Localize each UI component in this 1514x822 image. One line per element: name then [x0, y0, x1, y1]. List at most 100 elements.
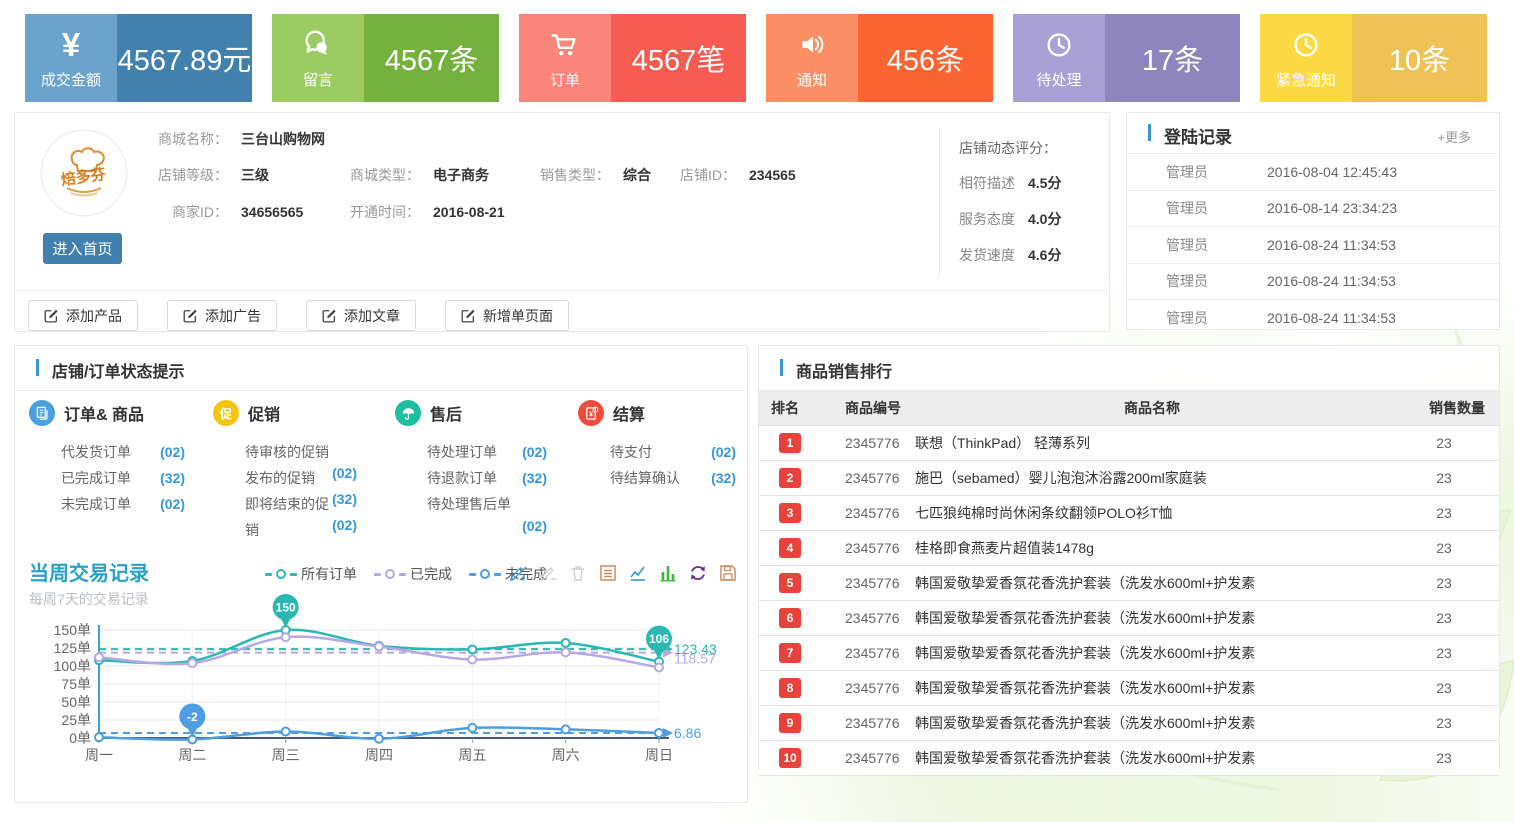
- enter-home-button[interactable]: 进入首页: [43, 233, 122, 264]
- product-sku: 2345776: [815, 645, 915, 661]
- svg-text:25单: 25单: [61, 712, 91, 728]
- status-item[interactable]: 即将结束的促销 (02): [245, 491, 357, 543]
- status-list-promotions: 待审核的促销 (02) 发布的促销 (32) 即将结束的促销 (02): [245, 439, 357, 543]
- login-log-panel: 登陆记录 +更多 管理员 2016-08-04 12:45:43 管理员 201…: [1126, 112, 1500, 330]
- quick-action-label: 添加产品: [66, 306, 122, 326]
- sales-table-row: 2 2345776 施巴（sebamed）婴儿泡泡沐浴露200ml家庭装 23: [759, 461, 1499, 496]
- status-item-label: 即将结束的促销: [245, 491, 342, 543]
- product-sku: 2345776: [815, 435, 915, 451]
- field-shop-type: 商城类型：电子商务: [345, 165, 489, 185]
- sales-table-row: 9 2345776 韩国爱敬挚爱香氛花香洗护套装（洗发水600ml+护发素 23: [759, 706, 1499, 741]
- status-item-count: (32): [711, 465, 736, 491]
- field-shop-name: 商城名称：三台山购物网: [153, 129, 325, 149]
- product-sku: 2345776: [815, 470, 915, 486]
- login-log-row: 管理员 2016-08-24 11:34:53: [1127, 227, 1499, 264]
- product-name: 施巴（sebamed）婴儿泡泡沐浴露200ml家庭装: [915, 468, 1389, 488]
- login-log-row: 管理员 2016-08-24 11:34:53: [1127, 300, 1499, 336]
- rank-badge: 2: [779, 468, 801, 488]
- svg-text:周五: 周五: [458, 747, 486, 763]
- stat-label: 通知: [797, 69, 827, 90]
- stat-card-notices: 通知 456条: [766, 14, 993, 102]
- status-group-title: 促销: [248, 401, 280, 425]
- status-item[interactable]: 待审核的促销 (02): [245, 439, 357, 465]
- rating-title: 店铺动态评分：: [959, 138, 1105, 158]
- field-sale-type: 销售类型：综合: [535, 165, 651, 185]
- svg-text:50单: 50单: [61, 694, 91, 710]
- svg-text:周三: 周三: [272, 747, 300, 763]
- title-accent-bar: [780, 359, 783, 376]
- status-panel-header: 店铺/订单状态提示: [15, 346, 747, 391]
- status-list-aftersale: 待处理订单 (02) 待退款订单 (32) 待处理售后单 (02): [427, 439, 547, 517]
- sales-rank-panel: 商品销售排行 排名 商品编号 商品名称 销售数量 1 2345776 联想（Th…: [758, 345, 1500, 769]
- status-item[interactable]: 未完成订单 (02): [61, 491, 185, 517]
- product-name: 韩国爱敬挚爱香氛花香洗护套装（洗发水600ml+护发素: [915, 678, 1389, 698]
- login-time: 2016-08-24 11:34:53: [1267, 237, 1396, 253]
- svg-text:125单: 125单: [54, 640, 91, 656]
- svg-text:¥: ¥: [589, 411, 593, 418]
- login-log-row: 管理员 2016-08-04 12:45:43: [1127, 154, 1499, 191]
- product-name: 韩国爱敬挚爱香氛花香洗护套装（洗发水600ml+护发素: [915, 748, 1389, 768]
- field-shop-level: 店铺等级：三级: [153, 165, 269, 185]
- status-item-label: 已完成订单: [61, 465, 131, 491]
- more-link[interactable]: +更多: [1437, 127, 1471, 146]
- svg-text:0单: 0单: [69, 730, 91, 746]
- status-item[interactable]: 待处理售后单 (02): [427, 491, 547, 517]
- login-time: 2016-08-04 12:45:43: [1267, 164, 1397, 180]
- settlement-icon: ¥: [578, 400, 604, 426]
- product-qty: 23: [1389, 435, 1499, 451]
- login-user: 管理员: [1127, 162, 1267, 182]
- quick-action-button[interactable]: 添加广告: [167, 300, 277, 331]
- rank-badge: 3: [779, 503, 801, 523]
- quick-action-button[interactable]: 添加文章: [306, 300, 416, 331]
- login-log-header: 登陆记录 +更多: [1127, 113, 1499, 154]
- yuan-icon: ¥: [62, 27, 80, 63]
- field-open-date: 开通时间：2016-08-21: [345, 202, 505, 222]
- svg-text:周二: 周二: [178, 747, 206, 763]
- status-group-aftersale: 售后: [395, 400, 462, 426]
- status-item-count: (02): [332, 512, 357, 538]
- product-name: 七匹狼纯棉时尚休闲条纹翻领POLO衫T恤: [915, 503, 1389, 523]
- sales-rank-title: 商品销售排行: [796, 358, 892, 382]
- product-qty: 23: [1389, 540, 1499, 556]
- quick-action-button[interactable]: 新增单页面: [445, 300, 569, 331]
- shop-order-status-panel: 店铺/订单状态提示 订单& 商品 促 促销 售后 ¥: [14, 345, 748, 803]
- svg-text:周一: 周一: [85, 747, 113, 763]
- status-item-label: 未完成订单: [61, 491, 131, 517]
- col-name: 商品名称: [915, 398, 1389, 418]
- status-item-label: 代发货订单: [61, 439, 131, 465]
- stat-value: 17条: [1105, 14, 1240, 102]
- status-item[interactable]: 待结算确认 (32): [610, 465, 736, 491]
- login-log-list: 管理员 2016-08-04 12:45:43 管理员 2016-08-14 2…: [1127, 154, 1499, 336]
- product-sku: 2345776: [815, 575, 915, 591]
- status-item-count: (02): [522, 513, 547, 539]
- status-item-count: (32): [522, 465, 547, 491]
- sales-table-row: 4 2345776 桂格即食燕麦片超值装1478g 23: [759, 531, 1499, 566]
- status-item[interactable]: 待退款订单 (32): [427, 465, 547, 491]
- status-item[interactable]: 待处理订单 (02): [427, 439, 547, 465]
- status-group-title: 售后: [430, 401, 462, 425]
- stat-label: 紧急通知: [1276, 69, 1336, 90]
- login-user: 管理员: [1127, 271, 1267, 291]
- sales-table-row: 8 2345776 韩国爱敬挚爱香氛花香洗护套装（洗发水600ml+护发素 23: [759, 671, 1499, 706]
- title-accent-bar: [36, 359, 39, 376]
- chat-icon: [301, 27, 335, 63]
- quick-action-button[interactable]: 添加产品: [28, 300, 138, 331]
- status-group-title: 订单& 商品: [64, 401, 144, 425]
- status-item[interactable]: 代发货订单 (02): [61, 439, 185, 465]
- title-accent-bar: [1148, 124, 1151, 141]
- product-sku: 2345776: [815, 505, 915, 521]
- status-item-label: 待结算确认: [610, 465, 680, 491]
- col-sku: 商品编号: [815, 398, 915, 418]
- rank-badge: 10: [779, 748, 801, 768]
- login-time: 2016-08-24 11:34:53: [1267, 273, 1396, 289]
- rank-badge: 8: [779, 678, 801, 698]
- login-user: 管理员: [1127, 308, 1267, 328]
- status-group-promotions: 促 促销: [213, 400, 280, 426]
- status-item-label: 发布的促销: [245, 465, 315, 491]
- status-item[interactable]: 发布的促销 (32): [245, 465, 357, 491]
- stat-card-messages: 留言 4567条: [272, 14, 499, 102]
- stat-label: 留言: [303, 69, 333, 90]
- status-item[interactable]: 待支付 (02): [610, 439, 736, 465]
- status-item[interactable]: 已完成订单 (32): [61, 465, 185, 491]
- status-item-label: 待退款订单: [427, 465, 497, 491]
